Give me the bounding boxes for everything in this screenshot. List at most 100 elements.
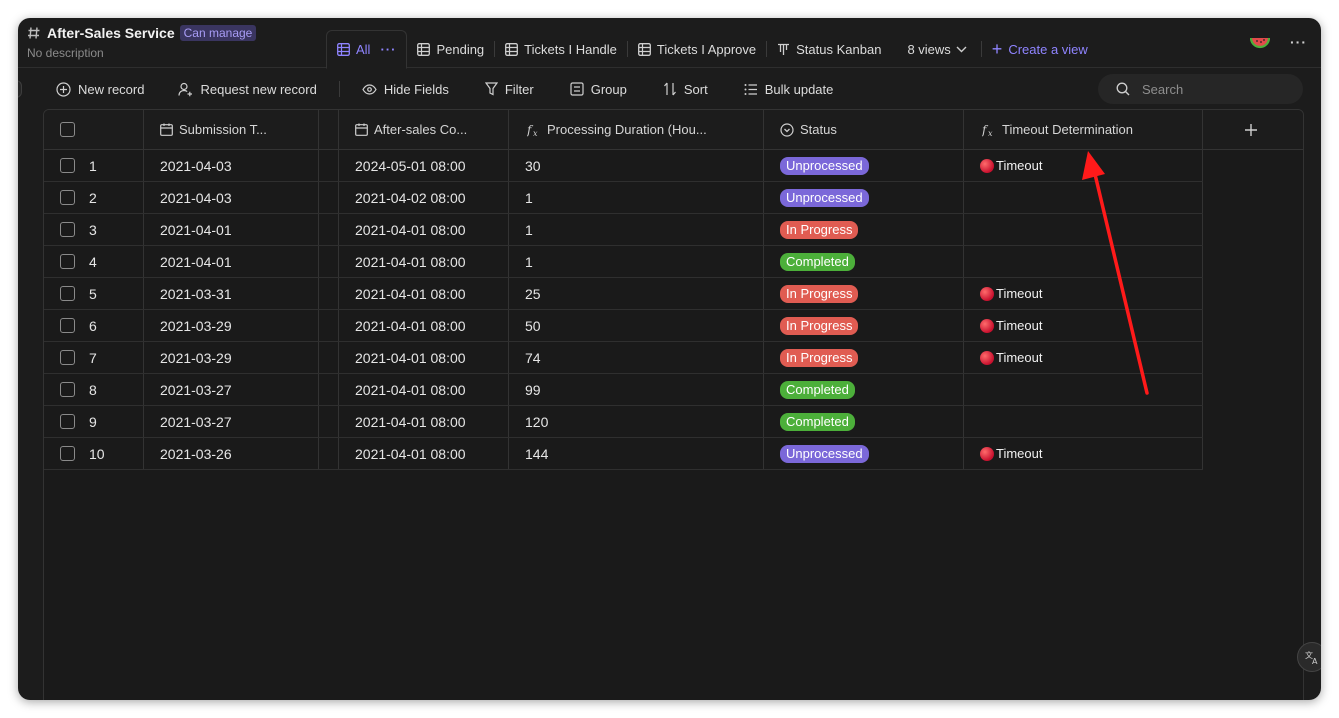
timeout-cell[interactable] bbox=[964, 374, 1203, 405]
table-row[interactable]: 10 2021-03-26 2021-04-01 08:00 144 Unprocess… bbox=[44, 438, 1203, 470]
table-row[interactable]: 8 2021-03-27 2021-04-01 08:00 99 Completed bbox=[44, 374, 1203, 406]
translate-button[interactable]: 文A bbox=[1297, 642, 1321, 672]
group-button[interactable]: Group bbox=[570, 82, 627, 97]
column-header-timeout[interactable]: fx Timeout Determination bbox=[964, 110, 1203, 149]
row-checkbox[interactable] bbox=[60, 318, 75, 333]
row-checkbox[interactable] bbox=[60, 190, 75, 205]
table-row[interactable]: 5 2021-03-31 2021-04-01 08:00 25 In Progress… bbox=[44, 278, 1203, 310]
submission-cell[interactable]: 2021-03-27 bbox=[144, 374, 319, 405]
row-checkbox[interactable] bbox=[60, 254, 75, 269]
after-sales-cell[interactable]: 2021-04-02 08:00 bbox=[339, 182, 509, 213]
submission-cell[interactable]: 2021-03-31 bbox=[144, 278, 319, 309]
row-checkbox[interactable] bbox=[60, 446, 75, 461]
row-checkbox[interactable] bbox=[60, 382, 75, 397]
watermelon-icon[interactable] bbox=[1250, 35, 1270, 49]
after-sales-cell[interactable]: 2024-05-01 08:00 bbox=[339, 150, 509, 181]
duration-cell[interactable]: 74 bbox=[509, 342, 764, 373]
after-sales-cell[interactable]: 2021-04-01 08:00 bbox=[339, 406, 509, 437]
table-row[interactable]: 3 2021-04-01 2021-04-01 08:00 1 In Progress bbox=[44, 214, 1203, 246]
row-checkbox[interactable] bbox=[60, 222, 75, 237]
more-options-icon[interactable]: ··· bbox=[1290, 34, 1307, 50]
views-dropdown[interactable]: 8 views bbox=[891, 30, 980, 68]
status-cell[interactable]: Unprocessed bbox=[764, 182, 964, 213]
search-input[interactable] bbox=[1142, 81, 1292, 97]
row-checkbox[interactable] bbox=[60, 414, 75, 429]
timeout-cell[interactable] bbox=[964, 214, 1203, 245]
after-sales-cell[interactable]: 2021-04-01 08:00 bbox=[339, 278, 509, 309]
status-cell[interactable]: Unprocessed bbox=[764, 150, 964, 181]
after-sales-cell[interactable]: 2021-04-01 08:00 bbox=[339, 310, 509, 341]
submission-cell[interactable]: 2021-04-01 bbox=[144, 246, 319, 277]
duration-cell[interactable]: 1 bbox=[509, 214, 764, 245]
chevron-down-icon bbox=[956, 46, 967, 52]
new-record-button[interactable]: New record bbox=[56, 82, 144, 97]
tab-tickets-i-handle[interactable]: Tickets I Handle bbox=[495, 30, 627, 68]
submission-cell[interactable]: 2021-04-03 bbox=[144, 150, 319, 181]
column-header-status[interactable]: Status bbox=[764, 110, 964, 149]
status-cell[interactable]: Completed bbox=[764, 246, 964, 277]
submission-cell[interactable]: 2021-03-29 bbox=[144, 310, 319, 341]
eye-icon bbox=[362, 83, 377, 95]
submission-cell[interactable]: 2021-03-26 bbox=[144, 438, 319, 469]
duration-cell[interactable]: 30 bbox=[509, 150, 764, 181]
add-column-button[interactable] bbox=[1203, 110, 1303, 149]
duration-cell[interactable]: 99 bbox=[509, 374, 764, 405]
search-box[interactable] bbox=[1098, 74, 1303, 104]
submission-cell[interactable]: 2021-04-03 bbox=[144, 182, 319, 213]
row-checkbox[interactable] bbox=[60, 350, 75, 365]
status-cell[interactable]: Completed bbox=[764, 374, 964, 405]
bulk-update-button[interactable]: Bulk update bbox=[744, 82, 833, 97]
submission-cell[interactable]: 2021-03-27 bbox=[144, 406, 319, 437]
column-header-duration[interactable]: fx Processing Duration (Hou... bbox=[509, 110, 764, 149]
status-cell[interactable]: In Progress bbox=[764, 310, 964, 341]
duration-cell[interactable]: 1 bbox=[509, 246, 764, 277]
select-all-checkbox[interactable] bbox=[60, 122, 75, 137]
timeout-cell[interactable] bbox=[964, 246, 1203, 277]
column-header-submission[interactable]: Submission T... bbox=[144, 110, 319, 149]
timeout-cell[interactable]: Timeout bbox=[964, 342, 1203, 373]
after-sales-cell[interactable]: 2021-04-01 08:00 bbox=[339, 246, 509, 277]
tab-more-icon[interactable]: ··· bbox=[380, 42, 396, 57]
row-checkbox[interactable] bbox=[60, 286, 75, 301]
tab-tickets-i-approve[interactable]: Tickets I Approve bbox=[628, 30, 766, 68]
duration-cell[interactable]: 1 bbox=[509, 182, 764, 213]
submission-cell[interactable]: 2021-04-01 bbox=[144, 214, 319, 245]
duration-cell[interactable]: 25 bbox=[509, 278, 764, 309]
table-row[interactable]: 7 2021-03-29 2021-04-01 08:00 74 In Progress… bbox=[44, 342, 1203, 374]
timeout-cell[interactable]: Timeout bbox=[964, 310, 1203, 341]
create-view-button[interactable]: + Create a view bbox=[982, 30, 1098, 68]
plus-circle-icon bbox=[56, 81, 71, 97]
timeout-cell[interactable] bbox=[964, 182, 1203, 213]
table-row[interactable]: 9 2021-03-27 2021-04-01 08:00 120 Completed bbox=[44, 406, 1203, 438]
after-sales-cell[interactable]: 2021-04-01 08:00 bbox=[339, 214, 509, 245]
after-sales-cell[interactable]: 2021-04-01 08:00 bbox=[339, 342, 509, 373]
tab-all[interactable]: All ··· bbox=[326, 30, 408, 69]
status-cell[interactable]: In Progress bbox=[764, 214, 964, 245]
submission-cell[interactable]: 2021-03-29 bbox=[144, 342, 319, 373]
timeout-cell[interactable]: Timeout bbox=[964, 150, 1203, 181]
timeout-cell[interactable]: Timeout bbox=[964, 278, 1203, 309]
tab-pending[interactable]: Pending bbox=[407, 30, 494, 68]
status-cell[interactable]: In Progress bbox=[764, 342, 964, 373]
sort-button[interactable]: Sort bbox=[663, 82, 708, 97]
table-row[interactable]: 2 2021-04-03 2021-04-02 08:00 1 Unprocessed bbox=[44, 182, 1203, 214]
status-cell[interactable]: Completed bbox=[764, 406, 964, 437]
status-cell[interactable]: Unprocessed bbox=[764, 438, 964, 469]
after-sales-cell[interactable]: 2021-04-01 08:00 bbox=[339, 374, 509, 405]
filter-button[interactable]: Filter bbox=[484, 82, 534, 97]
duration-cell[interactable]: 144 bbox=[509, 438, 764, 469]
table-row[interactable]: 6 2021-03-29 2021-04-01 08:00 50 In Progress… bbox=[44, 310, 1203, 342]
timeout-cell[interactable] bbox=[964, 406, 1203, 437]
after-sales-cell[interactable]: 2021-04-01 08:00 bbox=[339, 438, 509, 469]
duration-cell[interactable]: 50 bbox=[509, 310, 764, 341]
hide-fields-button[interactable]: Hide Fields bbox=[362, 82, 449, 97]
table-row[interactable]: 1 2021-04-03 2024-05-01 08:00 30 Unprocessed… bbox=[44, 150, 1203, 182]
duration-cell[interactable]: 120 bbox=[509, 406, 764, 437]
request-new-record-button[interactable]: Request new record bbox=[178, 82, 317, 97]
timeout-cell[interactable]: Timeout bbox=[964, 438, 1203, 469]
row-checkbox[interactable] bbox=[60, 158, 75, 173]
tab-status-kanban[interactable]: Status Kanban bbox=[767, 30, 891, 68]
table-row[interactable]: 4 2021-04-01 2021-04-01 08:00 1 Completed bbox=[44, 246, 1203, 278]
column-header-after-sales[interactable]: After-sales Co... bbox=[339, 110, 509, 149]
status-cell[interactable]: In Progress bbox=[764, 278, 964, 309]
